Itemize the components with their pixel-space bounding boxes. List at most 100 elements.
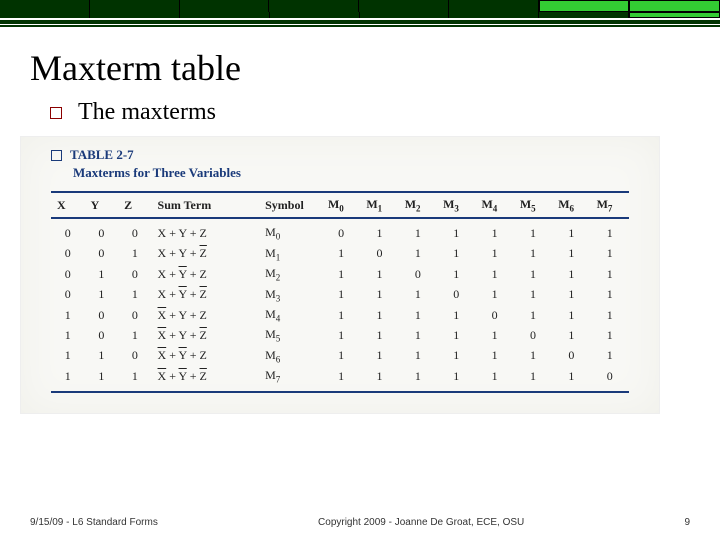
cell: 1 [591, 264, 629, 284]
cell: 1 [552, 325, 590, 345]
cell: X + Y + Z [152, 346, 260, 366]
table-row: 100X + Y + ZM411110111 [51, 305, 629, 325]
table-subtitle: Maxterms for Three Variables [73, 165, 629, 181]
cell: 1 [399, 346, 437, 366]
col-m7: M7 [591, 192, 629, 218]
cell: 0 [118, 346, 151, 366]
cell: 1 [51, 325, 85, 345]
cell: M1 [259, 244, 322, 264]
cell: 0 [591, 366, 629, 391]
col-z: Z [118, 192, 151, 218]
cell: 1 [360, 218, 398, 243]
cell: 1 [51, 346, 85, 366]
cell: 1 [475, 244, 513, 264]
cell: 0 [514, 325, 552, 345]
cell: 0 [51, 218, 85, 243]
cell: 1 [437, 244, 475, 264]
cell: X + Y + Z [152, 305, 260, 325]
cell: M7 [259, 366, 322, 391]
cell: 1 [399, 305, 437, 325]
cell: 1 [322, 305, 360, 325]
cell: 1 [322, 285, 360, 305]
cell: 1 [475, 218, 513, 243]
bullet-text: The maxterms [78, 99, 216, 126]
cell: 0 [85, 218, 119, 243]
cell: 0 [118, 305, 151, 325]
cell: 1 [475, 285, 513, 305]
cell: 1 [514, 264, 552, 284]
cell: 1 [437, 346, 475, 366]
footer-center: Copyright 2009 - Joanne De Groat, ECE, O… [158, 517, 685, 528]
table-figure: TABLE 2-7 Maxterms for Three Variables X… [20, 136, 660, 414]
cell: 0 [399, 264, 437, 284]
table-header-row: X Y Z Sum Term Symbol M0 M1 M2 M3 M4 M5 … [51, 192, 629, 218]
cell: 1 [399, 366, 437, 391]
cell: 1 [591, 305, 629, 325]
cell: 1 [591, 325, 629, 345]
table-row: 111X + Y + ZM711111110 [51, 366, 629, 391]
cell: 1 [360, 366, 398, 391]
cell: X + Y + Z [152, 218, 260, 243]
col-m6: M6 [552, 192, 590, 218]
cell: 1 [514, 305, 552, 325]
cell: 0 [85, 325, 119, 345]
cell: 0 [552, 346, 590, 366]
cell: 1 [399, 244, 437, 264]
cell: 1 [360, 305, 398, 325]
cell: 1 [322, 346, 360, 366]
cell: 1 [322, 264, 360, 284]
cell: M4 [259, 305, 322, 325]
col-m4: M4 [475, 192, 513, 218]
cell: 1 [51, 305, 85, 325]
cell: 0 [118, 218, 151, 243]
cell: 1 [360, 285, 398, 305]
maxterm-table: X Y Z Sum Term Symbol M0 M1 M2 M3 M4 M5 … [51, 191, 629, 393]
cell: 1 [360, 325, 398, 345]
table-row: 010X + Y + ZM211011111 [51, 264, 629, 284]
cell: X + Y + Z [152, 366, 260, 391]
cell: 1 [475, 346, 513, 366]
cell: 1 [591, 285, 629, 305]
footer-page-number: 9 [684, 517, 690, 528]
table-row: 000X + Y + ZM001111111 [51, 218, 629, 243]
table-row: 101X + Y + ZM511111011 [51, 325, 629, 345]
cell: 1 [552, 218, 590, 243]
cell: 1 [591, 218, 629, 243]
col-sum: Sum Term [152, 192, 260, 218]
col-m1: M1 [360, 192, 398, 218]
cell: 1 [85, 285, 119, 305]
cell: M5 [259, 325, 322, 345]
cell: 1 [437, 305, 475, 325]
cell: 1 [85, 366, 119, 391]
cell: 1 [552, 244, 590, 264]
col-m3: M3 [437, 192, 475, 218]
table-row: 001X + Y + ZM110111111 [51, 244, 629, 264]
table-label: TABLE 2-7 [70, 147, 134, 163]
cell: 0 [51, 285, 85, 305]
cell: X + Y + Z [152, 244, 260, 264]
cell: 0 [437, 285, 475, 305]
cell: 1 [591, 346, 629, 366]
cell: 0 [360, 244, 398, 264]
cell: 1 [514, 366, 552, 391]
cell: 1 [552, 366, 590, 391]
table-caption-icon [51, 150, 62, 161]
cell: 1 [85, 346, 119, 366]
col-m0: M0 [322, 192, 360, 218]
cell: 1 [437, 325, 475, 345]
bullet-icon [50, 107, 62, 119]
cell: 0 [475, 305, 513, 325]
cell: 1 [118, 366, 151, 391]
cell: 1 [51, 366, 85, 391]
cell: 1 [322, 244, 360, 264]
cell: 1 [475, 264, 513, 284]
cell: 1 [552, 264, 590, 284]
cell: 1 [322, 325, 360, 345]
col-m2: M2 [399, 192, 437, 218]
cell: M0 [259, 218, 322, 243]
cell: 1 [399, 218, 437, 243]
cell: 1 [437, 264, 475, 284]
cell: 1 [514, 218, 552, 243]
col-m5: M5 [514, 192, 552, 218]
cell: 1 [475, 366, 513, 391]
